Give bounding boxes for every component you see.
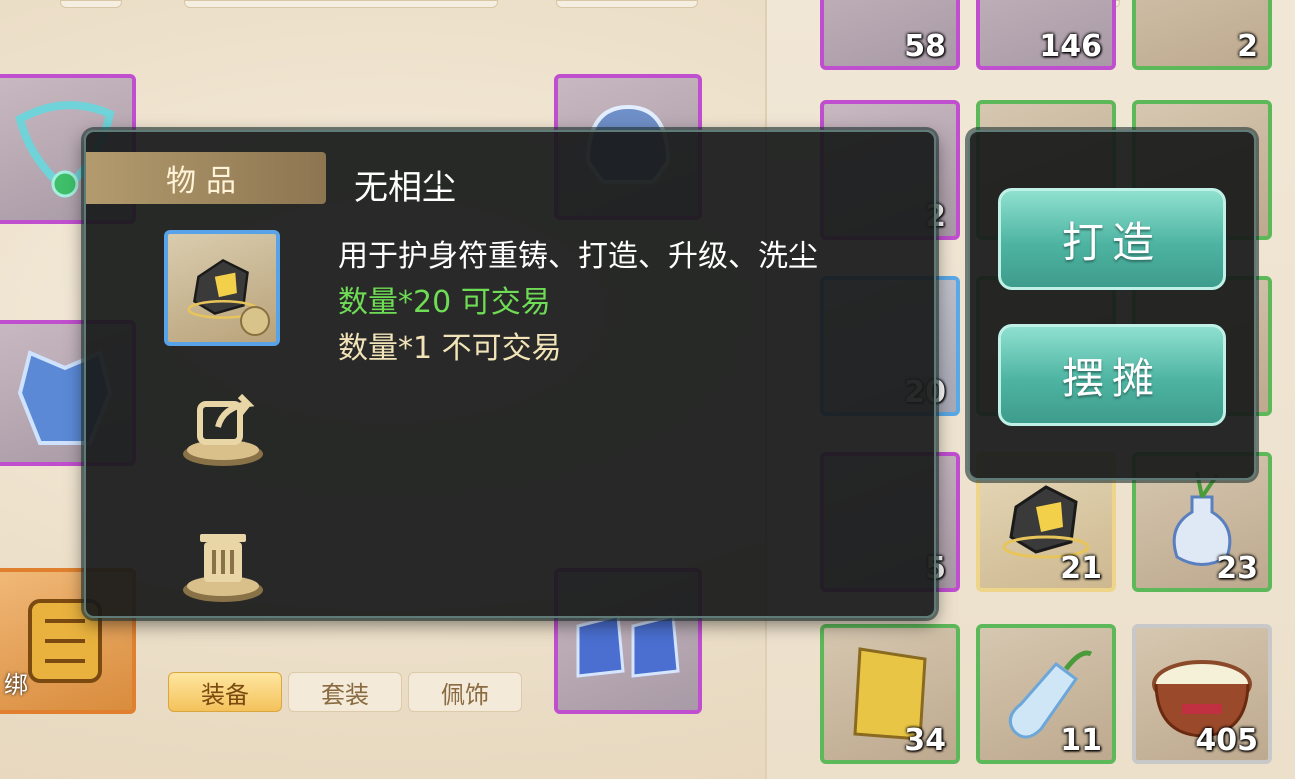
item-description-block: 用于护身符重铸、打造、升级、洗尘 数量*20 可交易 数量*1 不可交易 bbox=[338, 234, 898, 372]
tab-equipment[interactable]: 装备 bbox=[168, 672, 282, 712]
item-detail-popup: 物品 无相尘 用于护身符重铸、打造、升级、洗尘 数量*20 可交易 数量*1 不… bbox=[84, 130, 936, 618]
tab-accessories[interactable]: 佩饰 bbox=[408, 672, 522, 712]
top-edge-tab bbox=[184, 0, 498, 8]
inventory-slot[interactable]: 34 bbox=[820, 624, 960, 764]
top-edge-tab bbox=[60, 0, 122, 8]
quantity-untradable: 数量*1 不可交易 bbox=[338, 331, 562, 366]
item-description: 用于护身符重铸、打造、升级、洗尘 bbox=[338, 239, 818, 274]
inventory-slot[interactable]: 2 bbox=[1132, 0, 1272, 70]
share-icon[interactable] bbox=[178, 382, 268, 472]
item-category-label: 物品 bbox=[86, 152, 326, 204]
inventory-slot[interactable]: 58 bbox=[820, 0, 960, 70]
item-count: 58 bbox=[904, 29, 946, 64]
tab-sets[interactable]: 套装 bbox=[288, 672, 402, 712]
inventory-slot[interactable]: 146 bbox=[976, 0, 1116, 70]
item-count: 34 bbox=[904, 723, 946, 758]
item-count: 23 bbox=[1216, 551, 1258, 586]
zoom-icon[interactable] bbox=[240, 306, 270, 336]
equipment-tabs: 装备 套装 佩饰 bbox=[168, 672, 522, 712]
bound-label: 绑 bbox=[4, 671, 28, 699]
quantity-tradable: 数量*20 可交易 bbox=[338, 285, 551, 320]
item-count: 146 bbox=[1039, 29, 1102, 64]
stall-button[interactable]: 摆摊 bbox=[998, 324, 1226, 426]
item-preview[interactable] bbox=[164, 230, 280, 346]
forge-button[interactable]: 打造 bbox=[998, 188, 1226, 290]
item-count: 405 bbox=[1195, 723, 1258, 758]
item-count: 21 bbox=[1060, 551, 1102, 586]
top-edge-tab bbox=[556, 0, 698, 8]
item-name: 无相尘 bbox=[354, 168, 456, 208]
trash-icon[interactable] bbox=[178, 518, 268, 608]
item-count: 11 bbox=[1060, 723, 1102, 758]
item-count: 2 bbox=[1237, 29, 1258, 64]
inventory-slot[interactable]: 405 bbox=[1132, 624, 1272, 764]
action-panel: 打造 摆摊 bbox=[968, 130, 1256, 480]
inventory-slot[interactable]: 11 bbox=[976, 624, 1116, 764]
